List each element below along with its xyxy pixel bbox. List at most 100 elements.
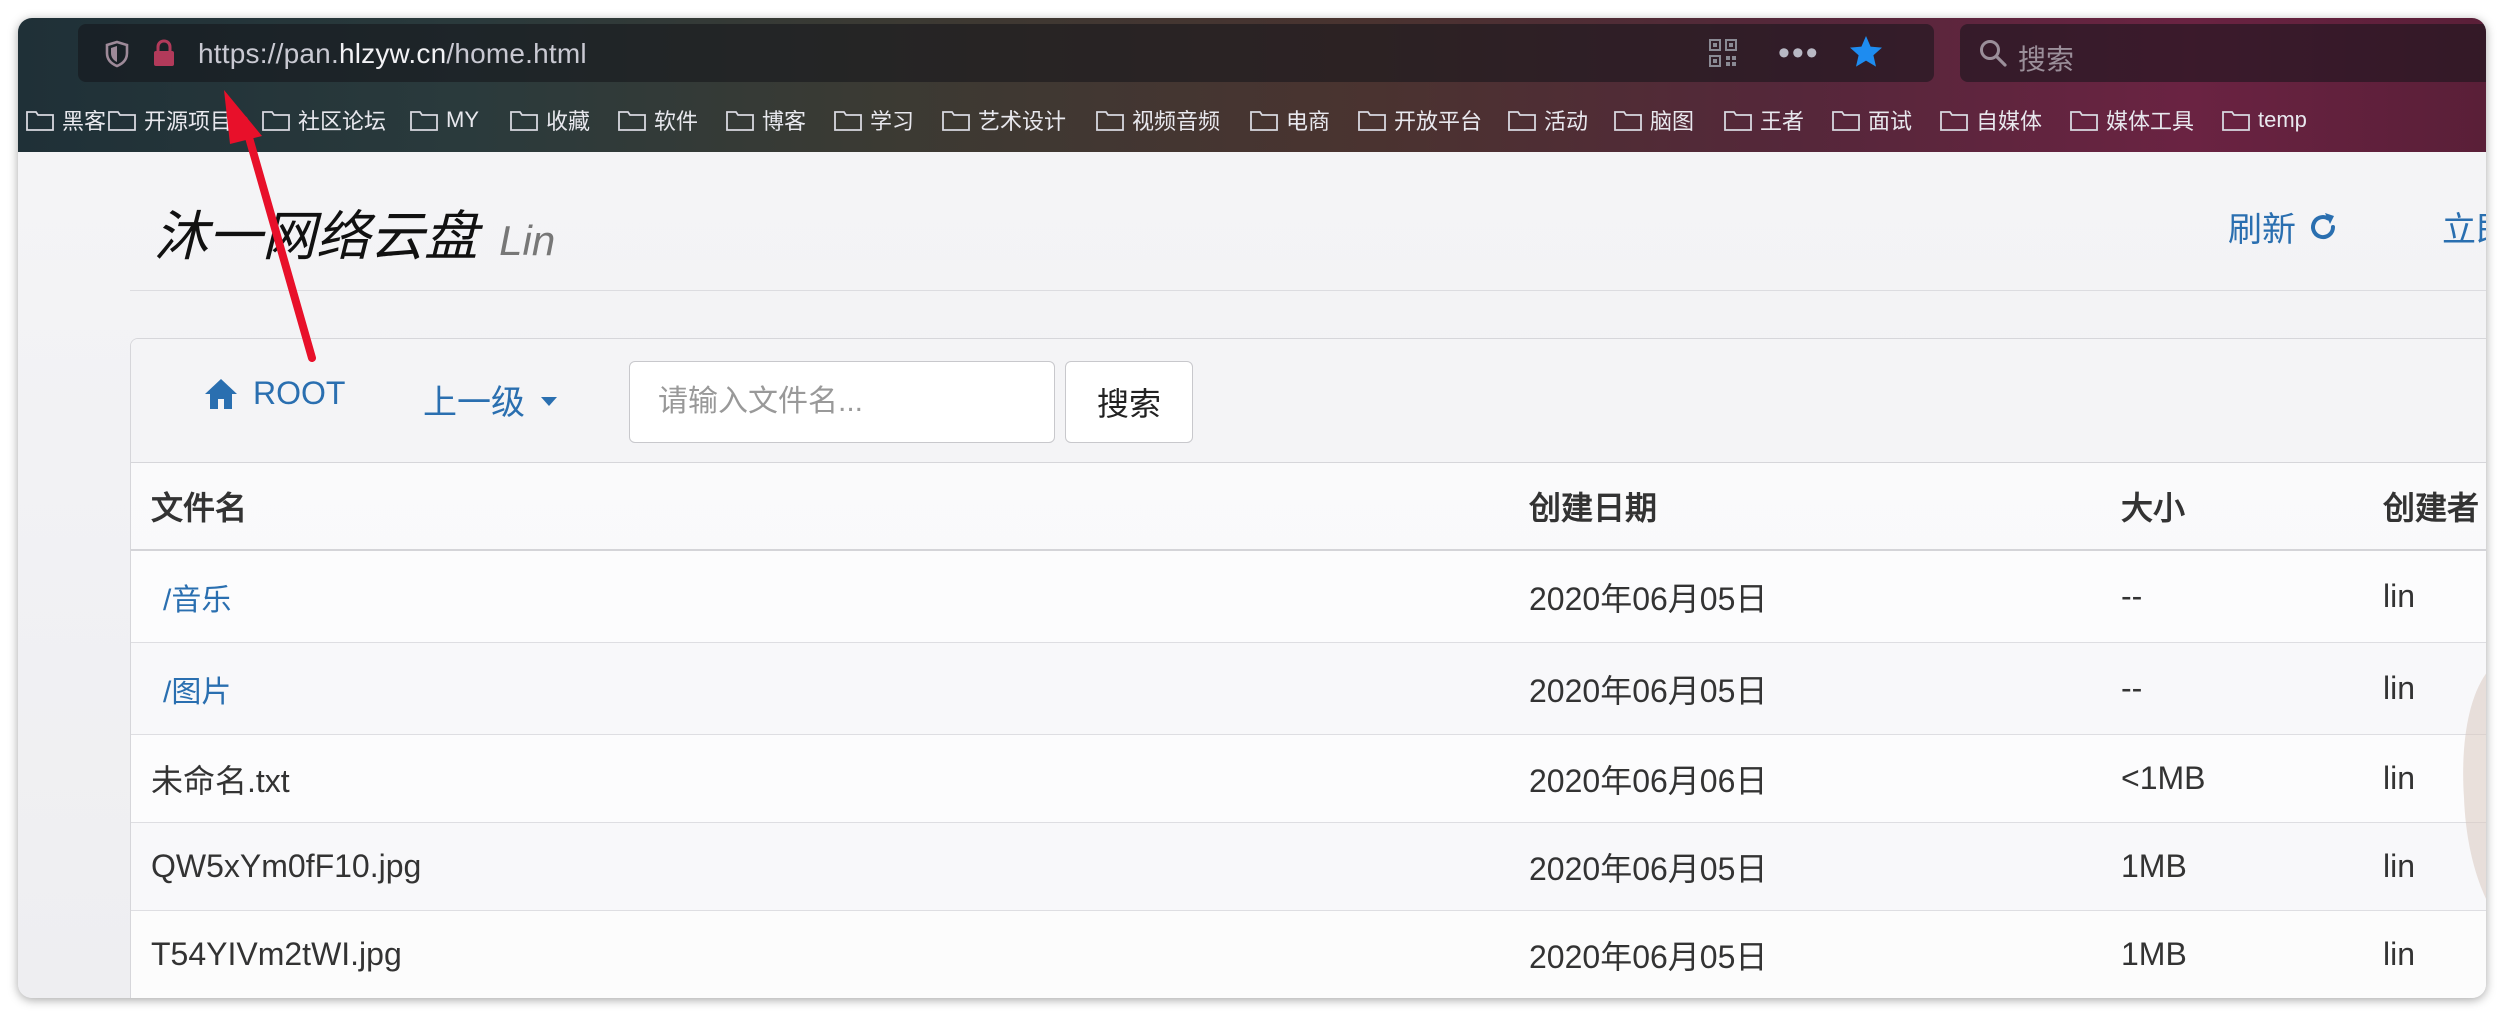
bookmark-folder[interactable]: 学习 [834,100,914,140]
parent-folder-label: 上一级 [423,384,525,422]
bookmark-folder[interactable]: 活动 [1508,100,1588,140]
bookmark-folder[interactable]: MY [410,100,479,140]
table-row[interactable]: /音乐 2020年06月05日 -- lin [131,551,2486,643]
folder-icon [410,111,438,131]
folder-icon [1358,111,1386,131]
browser-window: https://pan.hlzyw.cn/home.html ••• 搜索 黑客… [18,18,2486,998]
table-row[interactable]: T54YIVm2tWI.jpg 2020年06月05日 1MB lin [131,911,2486,998]
bookmark-label: 黑客 [62,109,107,134]
search-icon [1980,40,2007,67]
file-panel: ROOT 上一级 搜索 文件名 创建日期 大小 创建者 /音乐 [130,338,2486,998]
bookmark-folder[interactable]: 自媒体 [1940,100,2042,140]
header-link-clipped[interactable]: 立即 [2442,202,2486,251]
bookmark-label: 博客 [762,109,807,134]
background-portrait-image [2463,673,2486,899]
page-content: 沐一网络云盘 Lin 刷新 立即 ROOT 上一级 [18,152,2486,998]
bookmark-folder[interactable]: 脑图 [1614,100,1694,140]
folder-icon [834,111,862,131]
bookmark-folder[interactable]: 艺术设计 [942,100,1066,140]
browser-search-bar[interactable]: 搜索 [1960,24,2486,82]
folder-icon [1940,111,1968,131]
folder-icon [942,111,970,131]
folder-icon [510,111,538,131]
more-options-icon[interactable]: ••• [1778,34,1820,73]
table-row[interactable]: 未命名.txt 2020年06月06日 <1MB lin [131,735,2486,823]
brand-title: 沐一网络云盘 [154,205,478,268]
folder-icon [262,111,290,131]
folder-link[interactable]: /音乐 [163,575,231,619]
bookmark-label: 活动 [1544,109,1589,134]
url-text[interactable]: https://pan.hlzyw.cn/home.html [198,38,587,70]
bookmark-folder[interactable]: 博客 [726,100,806,140]
bookmark-label: 自媒体 [1976,109,2043,134]
table-row[interactable]: QW5xYm0fF10.jpg 2020年06月05日 1MB lin [131,823,2486,911]
table-row[interactable]: /图片 2020年06月05日 -- lin [131,643,2486,735]
bookmark-label: 脑图 [1650,109,1695,134]
brand-username: Lin [499,217,556,264]
bookmark-folder[interactable]: temp [2222,100,2307,140]
column-header-date[interactable]: 创建日期 [1529,463,1657,549]
file-name-cell[interactable]: T54YIVm2tWI.jpg [151,911,402,998]
root-label: ROOT [253,375,346,411]
bookmark-folder[interactable]: 电商 [1250,100,1330,140]
date-cell: 2020年06月05日 [1529,850,1768,887]
bookmark-folder[interactable]: 黑客 [26,100,106,140]
size-cell: -- [2121,578,2143,614]
lock-icon[interactable] [152,39,176,67]
folder-icon [1724,111,1752,131]
bookmark-label: 社区论坛 [298,109,387,134]
date-cell: 2020年06月06日 [1529,762,1768,799]
folder-link[interactable]: /图片 [163,667,231,711]
column-header-owner[interactable]: 创建者 [2383,463,2479,549]
bookmark-label: 开放平台 [1394,109,1483,134]
column-header-size[interactable]: 大小 [2121,463,2185,549]
bookmark-folder[interactable]: 软件 [618,100,698,140]
size-cell: 1MB [2121,848,2187,884]
bookmark-label: 软件 [654,109,699,134]
bookmark-label: 媒体工具 [2106,109,2195,134]
shield-icon[interactable] [104,40,130,68]
bookmark-label: 学习 [870,109,915,134]
refresh-button[interactable]: 刷新 [2228,202,2340,251]
folder-icon [1096,111,1124,131]
date-cell: 2020年06月05日 [1529,672,1768,709]
qr-code-icon[interactable] [1708,38,1738,68]
bookmark-folder[interactable]: 面试 [1832,100,1912,140]
folder-icon [26,111,54,131]
folder-icon [726,111,754,131]
bookmark-label: 开源项目 [144,109,233,134]
folder-icon [2222,111,2250,131]
filename-search-input[interactable] [629,361,1055,443]
column-header-name[interactable]: 文件名 [151,463,247,549]
folder-icon [618,111,646,131]
search-button[interactable]: 搜索 [1065,361,1193,443]
bookmark-label: 面试 [1868,109,1913,134]
bookmark-folder[interactable]: 收藏 [510,100,590,140]
file-table: 文件名 创建日期 大小 创建者 /音乐 2020年06月05日 -- lin /… [131,463,2486,998]
parent-folder-dropdown[interactable]: 上一级 [423,375,557,424]
bookmark-star-icon[interactable] [1848,34,1884,70]
root-button[interactable]: ROOT [203,375,345,412]
site-brand[interactable]: 沐一网络云盘 Lin [154,192,555,271]
bookmark-folder[interactable]: 王者 [1724,100,1804,140]
bookmark-folder[interactable]: 开源项目 [108,100,232,140]
bookmark-label: MY [446,107,479,132]
browser-search-placeholder: 搜索 [2018,44,2075,75]
bookmark-folder[interactable]: 视频音频 [1096,100,1220,140]
folder-icon [1250,111,1278,131]
home-icon [205,378,237,409]
file-name-cell[interactable]: QW5xYm0fF10.jpg [151,823,421,910]
header-divider [130,290,2486,291]
bookmark-folder[interactable]: 开放平台 [1358,100,1482,140]
owner-cell: lin [2383,578,2416,614]
file-name-cell[interactable]: 未命名.txt [151,735,290,822]
folder-icon [1508,111,1536,131]
bookmark-label: 电商 [1286,109,1331,134]
bookmark-label: 王者 [1760,109,1805,134]
file-toolbar: ROOT 上一级 搜索 [131,339,2486,463]
address-bar[interactable]: https://pan.hlzyw.cn/home.html ••• [78,24,1934,82]
bookmark-folder[interactable]: 社区论坛 [262,100,386,140]
folder-link-cell: /图片 [151,643,231,734]
date-cell: 2020年06月05日 [1529,938,1768,975]
bookmark-folder[interactable]: 媒体工具 [2070,100,2194,140]
